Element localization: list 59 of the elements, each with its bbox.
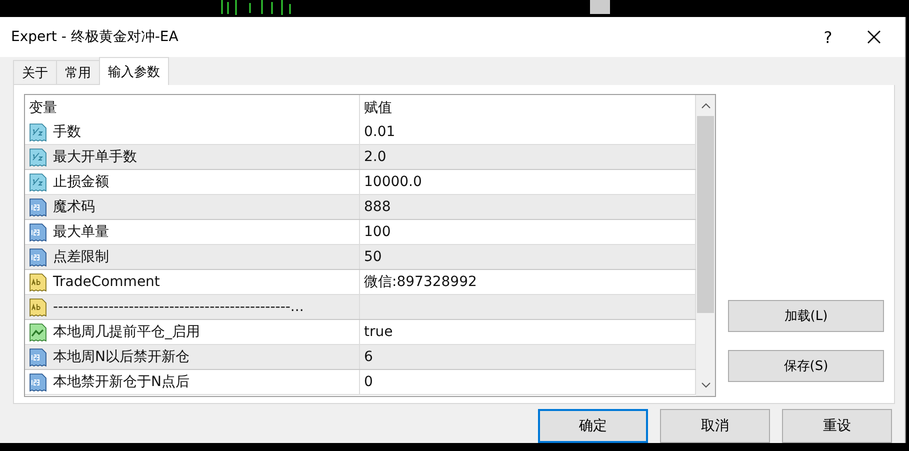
parameter-name: 手数: [53, 123, 81, 141]
parameter-name: 最大开单手数: [53, 148, 137, 166]
table-row[interactable]: 本地周N以后禁开新仓 6: [25, 345, 696, 370]
parameter-value: true: [364, 324, 393, 340]
scrollbar[interactable]: [696, 95, 715, 396]
parameter-name: TradeComment: [53, 274, 160, 290]
parameter-value: 6: [364, 349, 373, 365]
parameter-name: -----------------------------------------------...: [53, 299, 304, 315]
table-row[interactable]: 魔术码 888: [25, 195, 696, 220]
parameter-value: 10000.0: [364, 174, 422, 190]
parameter-name: 止损金额: [53, 173, 109, 191]
window-title: Expert - 终极黄金对冲-EA: [11, 28, 180, 46]
scroll-up-icon: [700, 102, 710, 110]
table-row[interactable]: 最大开单手数 2.0: [25, 145, 696, 170]
table-row[interactable]: -----------------------------------------------...: [25, 295, 696, 320]
scroll-down-icon: [700, 381, 710, 389]
number-type-icon: [29, 198, 47, 216]
tab[interactable]: 常用: [56, 60, 100, 85]
table-row[interactable]: 止损金额 10000.0: [25, 170, 696, 195]
parameter-value: 微信:897328992: [364, 273, 477, 291]
parameter-value: 0: [364, 374, 373, 390]
number-type-icon: [29, 122, 47, 142]
save-button[interactable]: 保存(S): [728, 350, 884, 382]
close-icon: [867, 30, 881, 44]
column-header: 变量: [29, 98, 57, 116]
table-row[interactable]: 手数 0.01: [25, 120, 696, 145]
load-button[interactable]: 加载(L): [728, 300, 884, 332]
number-type-icon: [29, 348, 47, 366]
parameter-name: 本地禁开新仓于N点后: [53, 373, 190, 391]
parameter-value: 888: [364, 199, 391, 215]
table-row[interactable]: 最大单量 100: [25, 220, 696, 245]
parameter-value: 0.01: [364, 124, 396, 140]
help-button[interactable]: ?: [805, 17, 851, 57]
dialog-button[interactable]: 重设: [782, 409, 892, 443]
number-type-icon: [29, 372, 47, 392]
number-type-icon: [29, 148, 47, 166]
dialog-button[interactable]: 取消: [660, 409, 770, 443]
parameter-name: 本地周N以后禁开新仓: [53, 348, 190, 366]
parameter-value: 100: [364, 224, 391, 240]
table-row[interactable]: TradeComment 微信:897328992: [25, 270, 696, 295]
column-header: 赋值: [364, 98, 392, 116]
number-type-icon: [29, 248, 47, 266]
text-type-icon: [29, 272, 47, 292]
number-type-icon: [29, 222, 47, 242]
table-row[interactable]: 本地周几提前平仓_启用 true: [25, 320, 696, 345]
number-type-icon: [29, 172, 47, 192]
parameter-name: 魔术码: [53, 198, 95, 216]
parameter-name: 最大单量: [53, 223, 109, 241]
parameter-value: 2.0: [364, 149, 386, 165]
parameter-name: 本地周几提前平仓_启用: [53, 323, 200, 341]
parameter-name: 点差限制: [53, 248, 109, 266]
dialog-button[interactable]: 确定: [538, 409, 648, 443]
switch-type-icon: [29, 322, 47, 342]
parameter-value: 50: [364, 249, 382, 265]
table-row[interactable]: 本地禁开新仓于N点后 0: [25, 370, 696, 395]
tab[interactable]: 关于: [13, 60, 57, 85]
text-type-icon: [29, 298, 47, 316]
table-row[interactable]: 点差限制 50: [25, 245, 696, 270]
tab[interactable]: 输入参数: [99, 57, 169, 85]
